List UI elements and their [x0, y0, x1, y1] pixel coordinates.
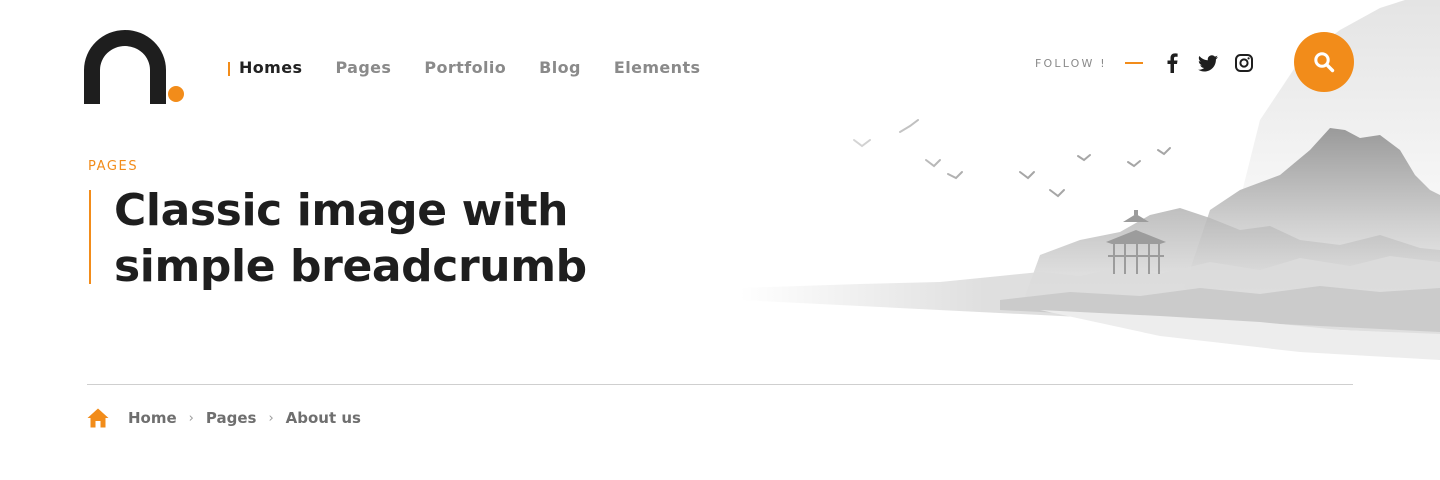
breadcrumb: Home › Pages › About us — [87, 406, 361, 430]
breadcrumb-current: About us — [285, 409, 361, 427]
nav-item-pages[interactable]: Pages — [335, 58, 391, 77]
breadcrumb-home[interactable]: Home — [128, 409, 177, 427]
site-header: Homes Pages Portfolio Blog Elements FOLL… — [0, 0, 1440, 120]
nav-item-portfolio[interactable]: Portfolio — [424, 58, 506, 77]
nav-item-blog[interactable]: Blog — [539, 58, 581, 77]
site-logo[interactable] — [84, 30, 188, 104]
follow-label: FOLLOW ! — [1035, 56, 1107, 70]
main-nav: Homes Pages Portfolio Blog Elements — [228, 56, 700, 78]
breadcrumb-separator: › — [268, 410, 274, 426]
search-icon — [1314, 52, 1335, 73]
breadcrumb-divider — [87, 384, 1353, 385]
page-eyebrow: PAGES — [88, 159, 139, 174]
page-title-line-2: simple breadcrumb — [114, 241, 587, 292]
page-title: Classic image with simple breadcrumb — [114, 183, 634, 295]
facebook-icon[interactable] — [1161, 52, 1183, 74]
instagram-icon[interactable] — [1233, 52, 1255, 74]
twitter-icon[interactable] — [1197, 52, 1219, 74]
page-title-line-1: Classic image with — [114, 185, 569, 236]
breadcrumb-separator: › — [188, 410, 194, 426]
logo-mark-icon — [84, 30, 184, 104]
title-accent-bar — [89, 190, 91, 284]
search-button[interactable] — [1294, 32, 1354, 92]
home-icon[interactable] — [87, 407, 109, 429]
social-follow: FOLLOW ! — [1035, 51, 1255, 75]
follow-divider — [1124, 62, 1143, 64]
breadcrumb-pages[interactable]: Pages — [206, 409, 257, 427]
nav-item-homes[interactable]: Homes — [228, 58, 302, 77]
nav-item-elements[interactable]: Elements — [614, 58, 701, 77]
